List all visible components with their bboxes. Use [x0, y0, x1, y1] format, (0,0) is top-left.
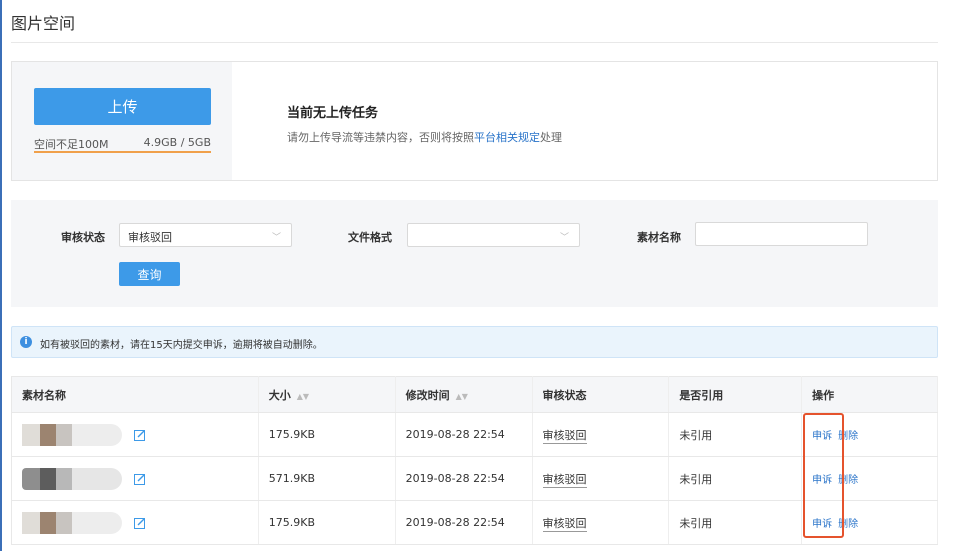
- file-format-label: 文件格式: [348, 231, 392, 244]
- material-name-input[interactable]: [695, 222, 868, 246]
- modified-cell: 2019-08-28 22:54: [395, 412, 533, 457]
- referenced-cell: 未引用: [668, 412, 803, 457]
- material-cell: [11, 412, 259, 457]
- sort-icon[interactable]: ▲▼: [456, 392, 468, 401]
- task-desc-suffix: 处理: [540, 131, 562, 144]
- modified-cell: 2019-08-28 22:54: [395, 456, 533, 501]
- modified-cell: 2019-08-28 22:54: [395, 500, 533, 545]
- delete-link[interactable]: 删除: [838, 431, 858, 442]
- task-desc-prefix: 请勿上传导流等违禁内容，否则将按照: [287, 131, 474, 144]
- edit-icon[interactable]: [133, 473, 146, 485]
- delete-link[interactable]: 删除: [838, 519, 858, 530]
- size-cell: 175.9KB: [258, 500, 396, 545]
- actions-cell: 申诉 删除: [801, 500, 938, 545]
- chevron-down-icon: ﹀: [559, 233, 569, 243]
- actions-cell: 申诉 删除: [801, 456, 938, 501]
- chevron-down-icon: ﹀: [271, 233, 281, 243]
- material-cell: [11, 500, 259, 545]
- upload-task-desc: 请勿上传导流等违禁内容，否则将按照平台相关规定处理: [287, 129, 562, 145]
- page-title: 图片空间: [11, 14, 76, 33]
- query-button[interactable]: 查询: [119, 262, 180, 286]
- blurred-thumbnail[interactable]: [22, 511, 122, 534]
- table-row: 175.9KB 2019-08-28 22:54 审核驳回 未引用 申诉 删除: [11, 412, 938, 457]
- title-divider: [11, 42, 938, 43]
- delete-link[interactable]: 删除: [838, 475, 858, 486]
- col-size[interactable]: 大小 ▲▼: [258, 376, 396, 413]
- col-referenced: 是否引用: [668, 376, 803, 413]
- notice-text: 如有被驳回的素材，请在15天内提交申诉，逾期将被自动删除。: [40, 340, 323, 351]
- platform-rules-link[interactable]: 平台相关规定: [474, 131, 540, 144]
- space-usage-bar: [34, 151, 211, 153]
- material-name-label: 素材名称: [637, 231, 681, 244]
- col-material-name: 素材名称: [11, 376, 259, 413]
- table-row: 571.9KB 2019-08-28 22:54 审核驳回 未引用 申诉 删除: [11, 456, 938, 501]
- audit-cell: 审核驳回: [532, 500, 670, 545]
- appeal-link[interactable]: 申诉: [812, 475, 832, 486]
- image-space-page: 图片空间 上传 空间不足100M 4.9GB / 5GB 当前无上传任务 请勿上…: [11, 0, 938, 551]
- blurred-thumbnail[interactable]: [22, 467, 122, 490]
- edit-icon[interactable]: [133, 429, 146, 441]
- audit-status-value: 审核驳回: [128, 231, 172, 244]
- audit-status-select[interactable]: 审核驳回 ﹀: [119, 223, 292, 247]
- blurred-thumbnail[interactable]: [22, 423, 122, 446]
- upload-button[interactable]: 上传: [34, 88, 211, 125]
- sort-icon[interactable]: ▲▼: [297, 392, 309, 401]
- table-header-row: 素材名称 大小 ▲▼ 修改时间 ▲▼ 审核状态 是否引用 操作: [11, 376, 938, 413]
- space-warning-text: 空间不足100M: [34, 138, 109, 151]
- size-cell: 571.9KB: [258, 456, 396, 501]
- space-usage-row: 空间不足100M 4.9GB / 5GB: [34, 136, 211, 152]
- material-cell: [11, 456, 259, 501]
- file-format-select[interactable]: ﹀: [407, 223, 580, 247]
- appeal-link[interactable]: 申诉: [812, 519, 832, 530]
- upload-area: 上传 空间不足100M 4.9GB / 5GB: [12, 62, 232, 180]
- col-actions: 操作: [801, 376, 938, 413]
- filter-panel: 审核状态 审核驳回 ﹀ 文件格式 ﹀ 素材名称 查询: [11, 200, 938, 307]
- appeal-link[interactable]: 申诉: [812, 431, 832, 442]
- upload-panel: 上传 空间不足100M 4.9GB / 5GB 当前无上传任务 请勿上传导流等违…: [11, 61, 938, 181]
- info-icon: i: [20, 336, 32, 348]
- table-row: 175.9KB 2019-08-28 22:54 审核驳回 未引用 申诉 删除: [11, 500, 938, 545]
- size-cell: 175.9KB: [258, 412, 396, 457]
- left-edge-bar: [0, 0, 2, 551]
- upload-task-title: 当前无上传任务: [287, 106, 379, 121]
- material-table: 素材名称 大小 ▲▼ 修改时间 ▲▼ 审核状态 是否引用 操作 175.9KB …: [11, 376, 938, 545]
- edit-icon[interactable]: [133, 517, 146, 529]
- col-modified[interactable]: 修改时间 ▲▼: [395, 376, 533, 413]
- actions-cell: 申诉 删除: [801, 412, 938, 457]
- space-usage-text: 4.9GB / 5GB: [143, 136, 211, 149]
- audit-cell: 审核驳回: [532, 412, 670, 457]
- referenced-cell: 未引用: [668, 500, 803, 545]
- col-audit-status: 审核状态: [532, 376, 670, 413]
- referenced-cell: 未引用: [668, 456, 803, 501]
- notice-banner: i 如有被驳回的素材，请在15天内提交申诉，逾期将被自动删除。: [11, 326, 938, 358]
- audit-status-label: 审核状态: [61, 231, 105, 244]
- audit-cell: 审核驳回: [532, 456, 670, 501]
